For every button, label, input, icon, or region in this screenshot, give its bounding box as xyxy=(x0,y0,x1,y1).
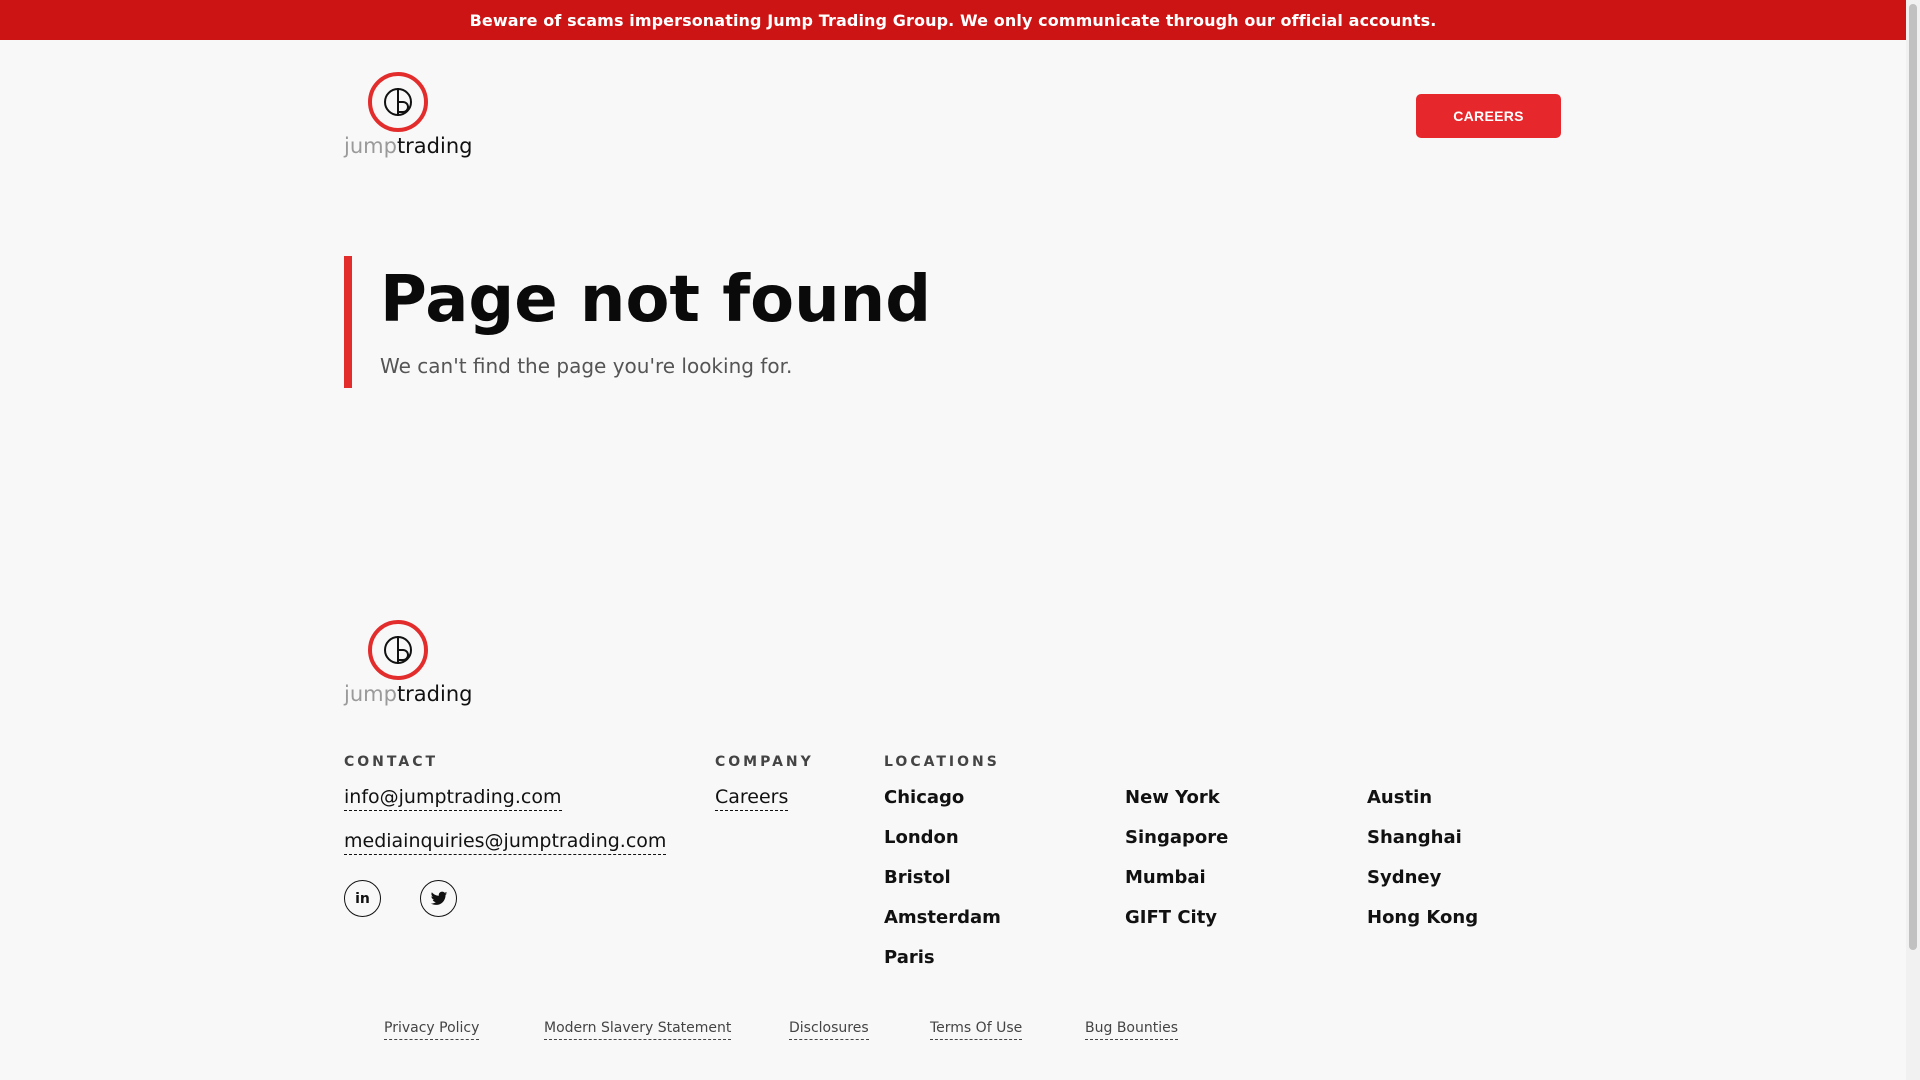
careers-button[interactable]: CAREERS xyxy=(1416,94,1561,138)
location-item: Bristol xyxy=(884,867,951,888)
contact-heading: CONTACT xyxy=(344,754,439,770)
logo-wordmark: jumptrading xyxy=(344,682,473,706)
locations-heading: LOCATIONS xyxy=(884,754,1000,770)
email-link-media[interactable]: mediainquiries@jumptrading.com xyxy=(344,830,667,855)
jump-logo-icon xyxy=(368,72,428,132)
location-item: Amsterdam xyxy=(884,907,1001,928)
jump-logo-icon xyxy=(368,620,428,680)
header-logo[interactable]: jumptrading xyxy=(344,72,473,164)
location-item: Austin xyxy=(1367,787,1433,808)
banner-text: Beware of scams impersonating Jump Tradi… xyxy=(469,10,1437,30)
company-link-careers[interactable]: Careers xyxy=(715,786,789,811)
twitter-button[interactable] xyxy=(420,880,457,917)
not-found-section: Page not found We can't find the page yo… xyxy=(344,256,1044,388)
linkedin-button[interactable]: in xyxy=(344,880,381,917)
bug-bounties-link[interactable]: Bug Bounties xyxy=(1085,1020,1179,1040)
linkedin-icon: in xyxy=(355,890,370,907)
scam-warning-banner: Beware of scams impersonating Jump Tradi… xyxy=(0,0,1906,40)
location-item: GIFT City xyxy=(1125,907,1218,928)
twitter-icon xyxy=(430,891,447,905)
page-scrollbar[interactable] xyxy=(1906,0,1920,1080)
page-title: Page not found xyxy=(380,263,932,337)
location-item: Shanghai xyxy=(1367,827,1462,848)
location-item: Hong Kong xyxy=(1367,907,1479,928)
location-item: Chicago xyxy=(884,787,965,808)
location-item: Sydney xyxy=(1367,867,1442,888)
scrollbar-thumb[interactable] xyxy=(1909,4,1917,950)
location-item: London xyxy=(884,827,959,848)
email-link-info[interactable]: info@jumptrading.com xyxy=(344,786,562,811)
footer-logo[interactable]: jumptrading xyxy=(344,620,473,712)
company-heading: COMPANY xyxy=(715,754,814,770)
logo-wordmark: jumptrading xyxy=(344,134,473,158)
location-item: Paris xyxy=(884,947,935,968)
disclosures-link[interactable]: Disclosures xyxy=(789,1020,869,1040)
location-item: Mumbai xyxy=(1125,867,1206,888)
location-item: New York xyxy=(1125,787,1220,808)
modern-slavery-link[interactable]: Modern Slavery Statement xyxy=(544,1020,732,1040)
page-subtitle: We can't find the page you're looking fo… xyxy=(380,354,793,378)
terms-of-use-link[interactable]: Terms Of Use xyxy=(930,1020,1023,1040)
privacy-policy-link[interactable]: Privacy Policy xyxy=(384,1020,480,1040)
location-item: Singapore xyxy=(1125,827,1229,848)
